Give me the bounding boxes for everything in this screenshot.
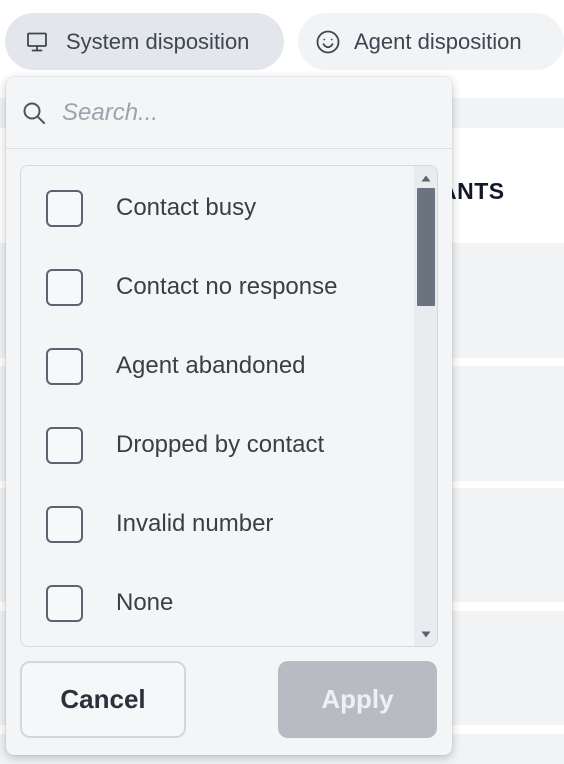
agent-disposition-filter-button[interactable]: Agent disposition [298,13,564,70]
option-contact-busy[interactable]: Contact busy [21,178,413,238]
page: ANTS System disposition Agent dispositio… [0,0,564,764]
option-invalid-number[interactable]: Invalid number [21,494,413,554]
option-agent-abandoned[interactable]: Agent abandoned [21,336,413,396]
smiley-face-icon [314,28,342,56]
system-disposition-label: System disposition [66,28,250,54]
options-list[interactable]: Contact busy Contact no response Agent a… [20,165,438,647]
scroll-thumb[interactable] [417,188,435,306]
checkbox[interactable] [46,268,83,306]
list-scrollbar[interactable] [414,166,437,646]
option-contact-no-response[interactable]: Contact no response [21,257,413,317]
option-label: Agent abandoned [116,352,306,379]
option-label: Contact busy [116,194,257,221]
option-dropped-by-contact[interactable]: Dropped by contact [21,415,413,475]
checkbox[interactable] [46,505,83,543]
option-none[interactable]: None [21,573,413,633]
search-input[interactable] [62,95,432,131]
monitor-icon [23,28,51,56]
agent-disposition-label: Agent disposition [354,28,522,54]
cancel-button[interactable]: Cancel [20,661,186,738]
scroll-down-arrow-icon[interactable] [414,624,437,644]
checkbox[interactable] [46,189,83,227]
option-label: Contact no response [116,273,338,300]
apply-button[interactable]: Apply [278,661,437,738]
scroll-up-arrow-icon[interactable] [414,168,437,188]
option-label: None [116,589,174,616]
system-disposition-filter-button[interactable]: System disposition [5,13,284,70]
option-label: Dropped by contact [116,431,325,458]
scroll-track[interactable] [417,188,435,624]
search-icon [22,101,46,125]
checkbox[interactable] [46,347,83,385]
option-label: Invalid number [116,510,274,537]
checkbox[interactable] [46,584,83,622]
disposition-dropdown-panel: Contact busy Contact no response Agent a… [6,77,452,755]
checkbox[interactable] [46,426,83,464]
search-row [6,77,452,149]
